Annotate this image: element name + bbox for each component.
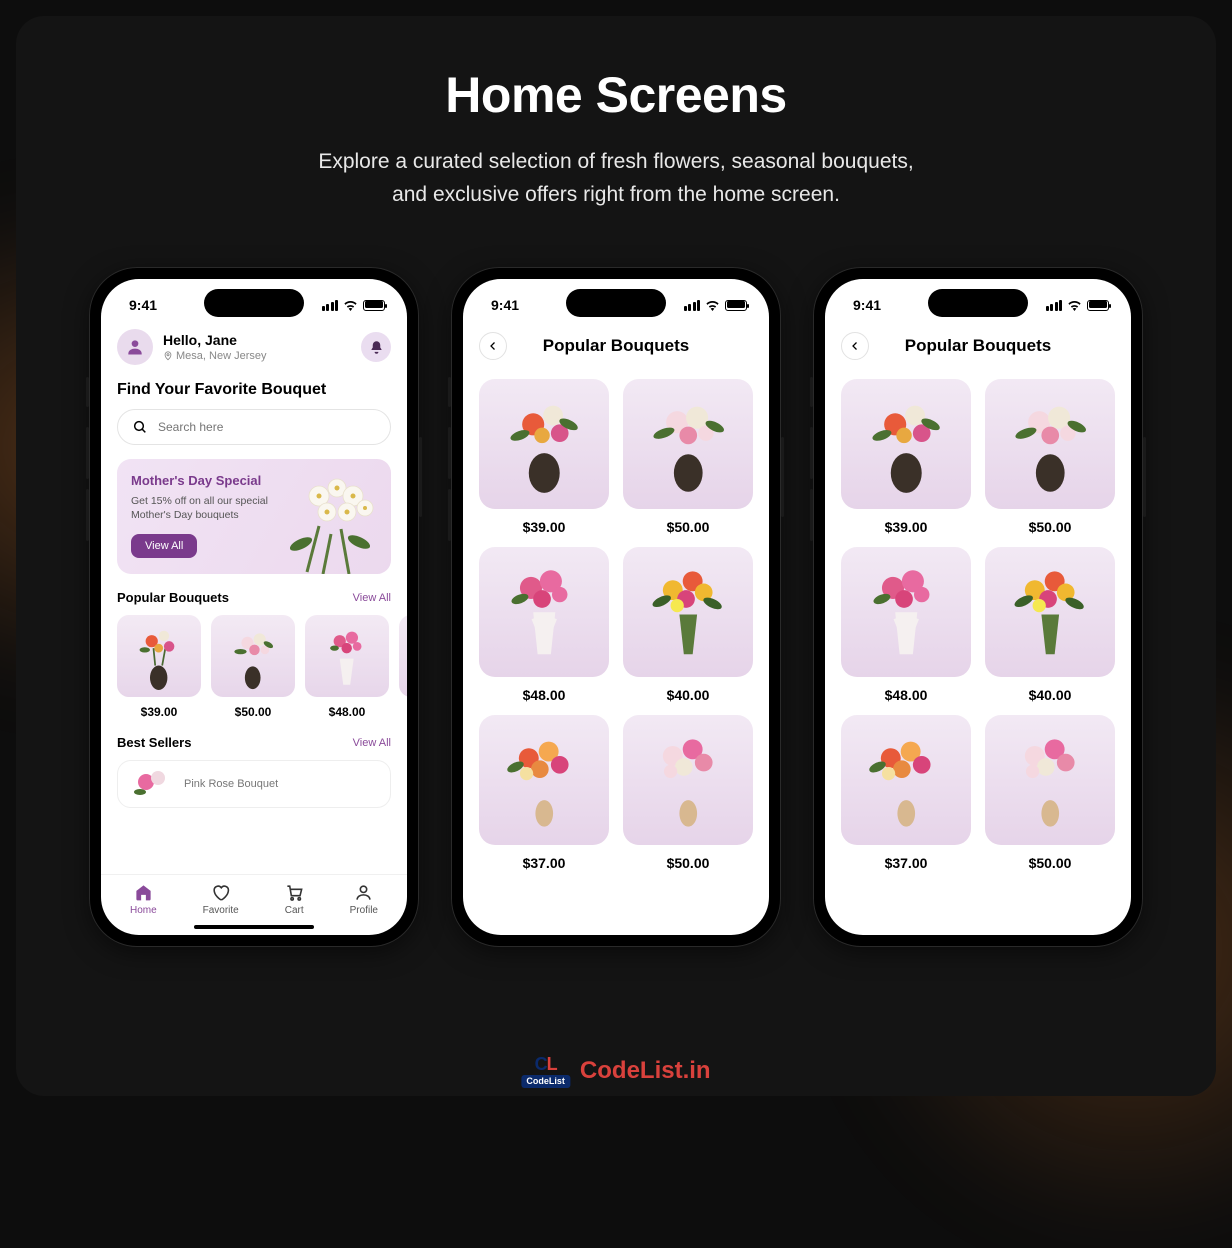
product-card[interactable]: [399, 615, 407, 719]
product-price: $40.00: [985, 687, 1115, 703]
product-card[interactable]: $40.00: [623, 547, 753, 703]
best-item-name: Pink Rose Bouquet: [184, 778, 278, 790]
signal-icon: [322, 300, 339, 311]
product-price: $48.00: [479, 687, 609, 703]
avatar[interactable]: [117, 329, 153, 365]
product-price: $37.00: [841, 855, 971, 871]
product-card[interactable]: $50.00: [985, 715, 1115, 871]
greeting: Hello, Jane: [163, 332, 266, 348]
product-card[interactable]: $50.00: [211, 615, 295, 719]
search-icon: [132, 419, 148, 435]
battery-icon: [363, 300, 385, 311]
best-seller-card[interactable]: Pink Rose Bouquet: [117, 760, 391, 808]
heart-icon: [211, 883, 230, 902]
cart-icon: [285, 883, 304, 902]
product-card[interactable]: $48.00: [479, 547, 609, 703]
best-section-title: Best Sellers: [117, 735, 191, 750]
phone-popular-2: 9:41 Popular Bouquets: [813, 267, 1143, 947]
chevron-left-icon: [849, 340, 861, 352]
watermark-text: CodeList.in: [580, 1057, 711, 1085]
product-card[interactable]: $50.00: [623, 715, 753, 871]
product-price: $50.00: [623, 519, 753, 535]
wifi-icon: [1067, 300, 1082, 311]
banner-flower-image: [271, 464, 391, 574]
signal-icon: [1046, 300, 1063, 311]
location-text: Mesa, New Jersey: [176, 350, 266, 362]
chevron-left-icon: [487, 340, 499, 352]
product-card[interactable]: $48.00: [305, 615, 389, 719]
notifications-button[interactable]: [361, 332, 391, 362]
promo-banner[interactable]: Mother's Day Special Get 15% off on all …: [117, 459, 391, 574]
back-button[interactable]: [841, 332, 869, 360]
tab-home[interactable]: Home: [130, 883, 157, 916]
watermark-badge: CodeList: [521, 1075, 570, 1088]
profile-icon: [354, 883, 373, 902]
product-card[interactable]: $39.00: [479, 379, 609, 535]
tab-label: Profile: [350, 905, 378, 916]
product-card[interactable]: $40.00: [985, 547, 1115, 703]
home-icon: [134, 883, 153, 902]
tab-label: Favorite: [203, 905, 239, 916]
product-price: $48.00: [305, 705, 389, 719]
product-grid: $39.00 $50.00 $48.00 $40.00: [841, 379, 1115, 871]
product-price: $50.00: [985, 855, 1115, 871]
battery-icon: [1087, 300, 1109, 311]
status-time: 9:41: [491, 297, 519, 313]
location: Mesa, New Jersey: [163, 350, 266, 362]
status-time: 9:41: [129, 297, 157, 313]
screen-title: Popular Bouquets: [543, 336, 689, 356]
page-heading: Find Your Favorite Bouquet: [117, 381, 391, 399]
product-price: $50.00: [623, 855, 753, 871]
tab-bar: Home Favorite Cart Profile: [101, 874, 407, 922]
watermark: CL CodeList CodeList.in: [521, 1054, 710, 1088]
back-button[interactable]: [479, 332, 507, 360]
product-price: $37.00: [479, 855, 609, 871]
product-price: $50.00: [985, 519, 1115, 535]
home-indicator: [194, 925, 314, 929]
screen-title: Popular Bouquets: [905, 336, 1051, 356]
product-price: $40.00: [623, 687, 753, 703]
tab-profile[interactable]: Profile: [350, 883, 378, 916]
product-card[interactable]: $50.00: [985, 379, 1115, 535]
product-price: $39.00: [479, 519, 609, 535]
popular-scroll[interactable]: $39.00 $50.00 $48.00: [117, 615, 391, 719]
product-price: $39.00: [841, 519, 971, 535]
search-field[interactable]: [117, 409, 391, 445]
popular-viewall-link[interactable]: View All: [353, 592, 391, 604]
wifi-icon: [343, 300, 358, 311]
product-price: $39.00: [117, 705, 201, 719]
status-time: 9:41: [853, 297, 881, 313]
page-subtitle-line2: and exclusive offers right from the home…: [392, 183, 840, 206]
search-input[interactable]: [158, 420, 376, 434]
product-card[interactable]: $37.00: [841, 715, 971, 871]
tab-label: Cart: [285, 905, 304, 916]
banner-subtitle: Get 15% off on all our special Mother's …: [131, 494, 271, 522]
bell-icon: [369, 340, 384, 355]
product-card[interactable]: $48.00: [841, 547, 971, 703]
wifi-icon: [705, 300, 720, 311]
phone-popular-1: 9:41 Popular Bouquets: [451, 267, 781, 947]
page-subtitle-line1: Explore a curated selection of fresh flo…: [318, 150, 913, 173]
page-subtitle: Explore a curated selection of fresh flo…: [16, 146, 1216, 211]
product-card[interactable]: $50.00: [623, 379, 753, 535]
signal-icon: [684, 300, 701, 311]
tab-label: Home: [130, 905, 157, 916]
pin-icon: [163, 351, 173, 361]
tab-favorite[interactable]: Favorite: [203, 883, 239, 916]
product-card[interactable]: $39.00: [841, 379, 971, 535]
page-title: Home Screens: [16, 66, 1216, 124]
best-viewall-link[interactable]: View All: [353, 737, 391, 749]
popular-section-title: Popular Bouquets: [117, 590, 229, 605]
phone-home: 9:41 Hello, Jane: [89, 267, 419, 947]
product-card[interactable]: $39.00: [117, 615, 201, 719]
product-price: $48.00: [841, 687, 971, 703]
product-price: $50.00: [211, 705, 295, 719]
product-card[interactable]: $37.00: [479, 715, 609, 871]
product-grid: $39.00 $50.00 $48.00 $40.00: [479, 379, 753, 871]
battery-icon: [725, 300, 747, 311]
banner-cta-button[interactable]: View All: [131, 534, 197, 558]
tab-cart[interactable]: Cart: [285, 883, 304, 916]
